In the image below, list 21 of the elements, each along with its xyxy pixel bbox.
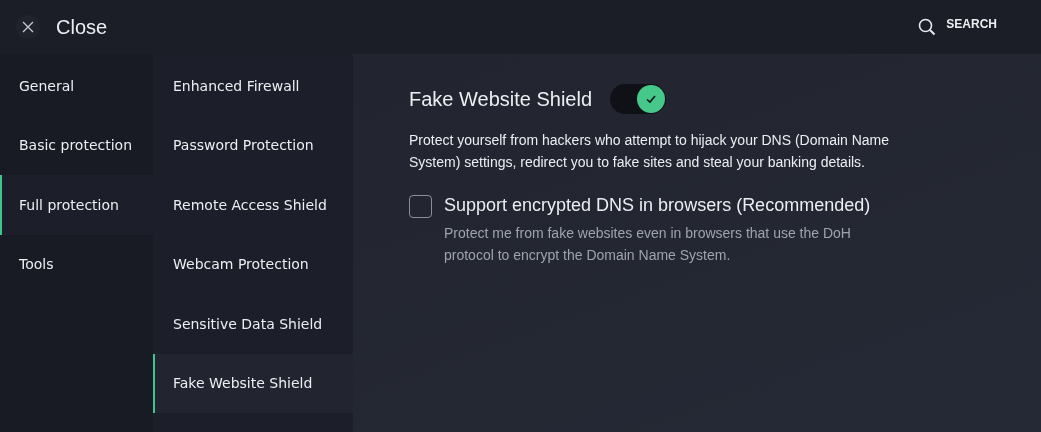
feature-item[interactable]: Webcam Protection: [153, 234, 353, 294]
category-item[interactable]: General: [0, 56, 153, 116]
feature-item[interactable]: Remote Access Shield: [153, 175, 353, 235]
feature-item[interactable]: Enhanced Firewall: [153, 56, 353, 116]
feature-item[interactable]: Fake Website Shield: [153, 353, 353, 413]
check-icon: [645, 93, 658, 105]
feature-title: Fake Website Shield: [409, 87, 593, 111]
search-icon[interactable]: [918, 18, 937, 36]
close-label[interactable]: Close: [56, 15, 108, 39]
feature-description: Protect yourself from hackers who attempt to hijack your DNS (Domain Name System) settings, redirect you to fake sites and steal your banking details.: [409, 131, 891, 172]
feature-item[interactable]: Sensitive Data Shield: [153, 294, 353, 354]
option-label[interactable]: Support encrypted DNS in browsers (Recommended): [444, 195, 874, 216]
checkbox[interactable]: [409, 195, 432, 218]
category-item[interactable]: Tools: [0, 234, 153, 294]
feature-item[interactable]: Password Protection: [153, 115, 353, 175]
option-hint: Protect me from fake websites even in browsers that use the DoH protocol to encrypt the Domain Name System.: [444, 224, 852, 265]
category-item[interactable]: Basic protection: [0, 115, 153, 175]
close-icon[interactable]: [16, 15, 40, 39]
toggle-switch[interactable]: [610, 84, 667, 114]
search-button[interactable]: SEARCH: [946, 17, 997, 31]
category-item[interactable]: Full protection: [0, 175, 153, 235]
